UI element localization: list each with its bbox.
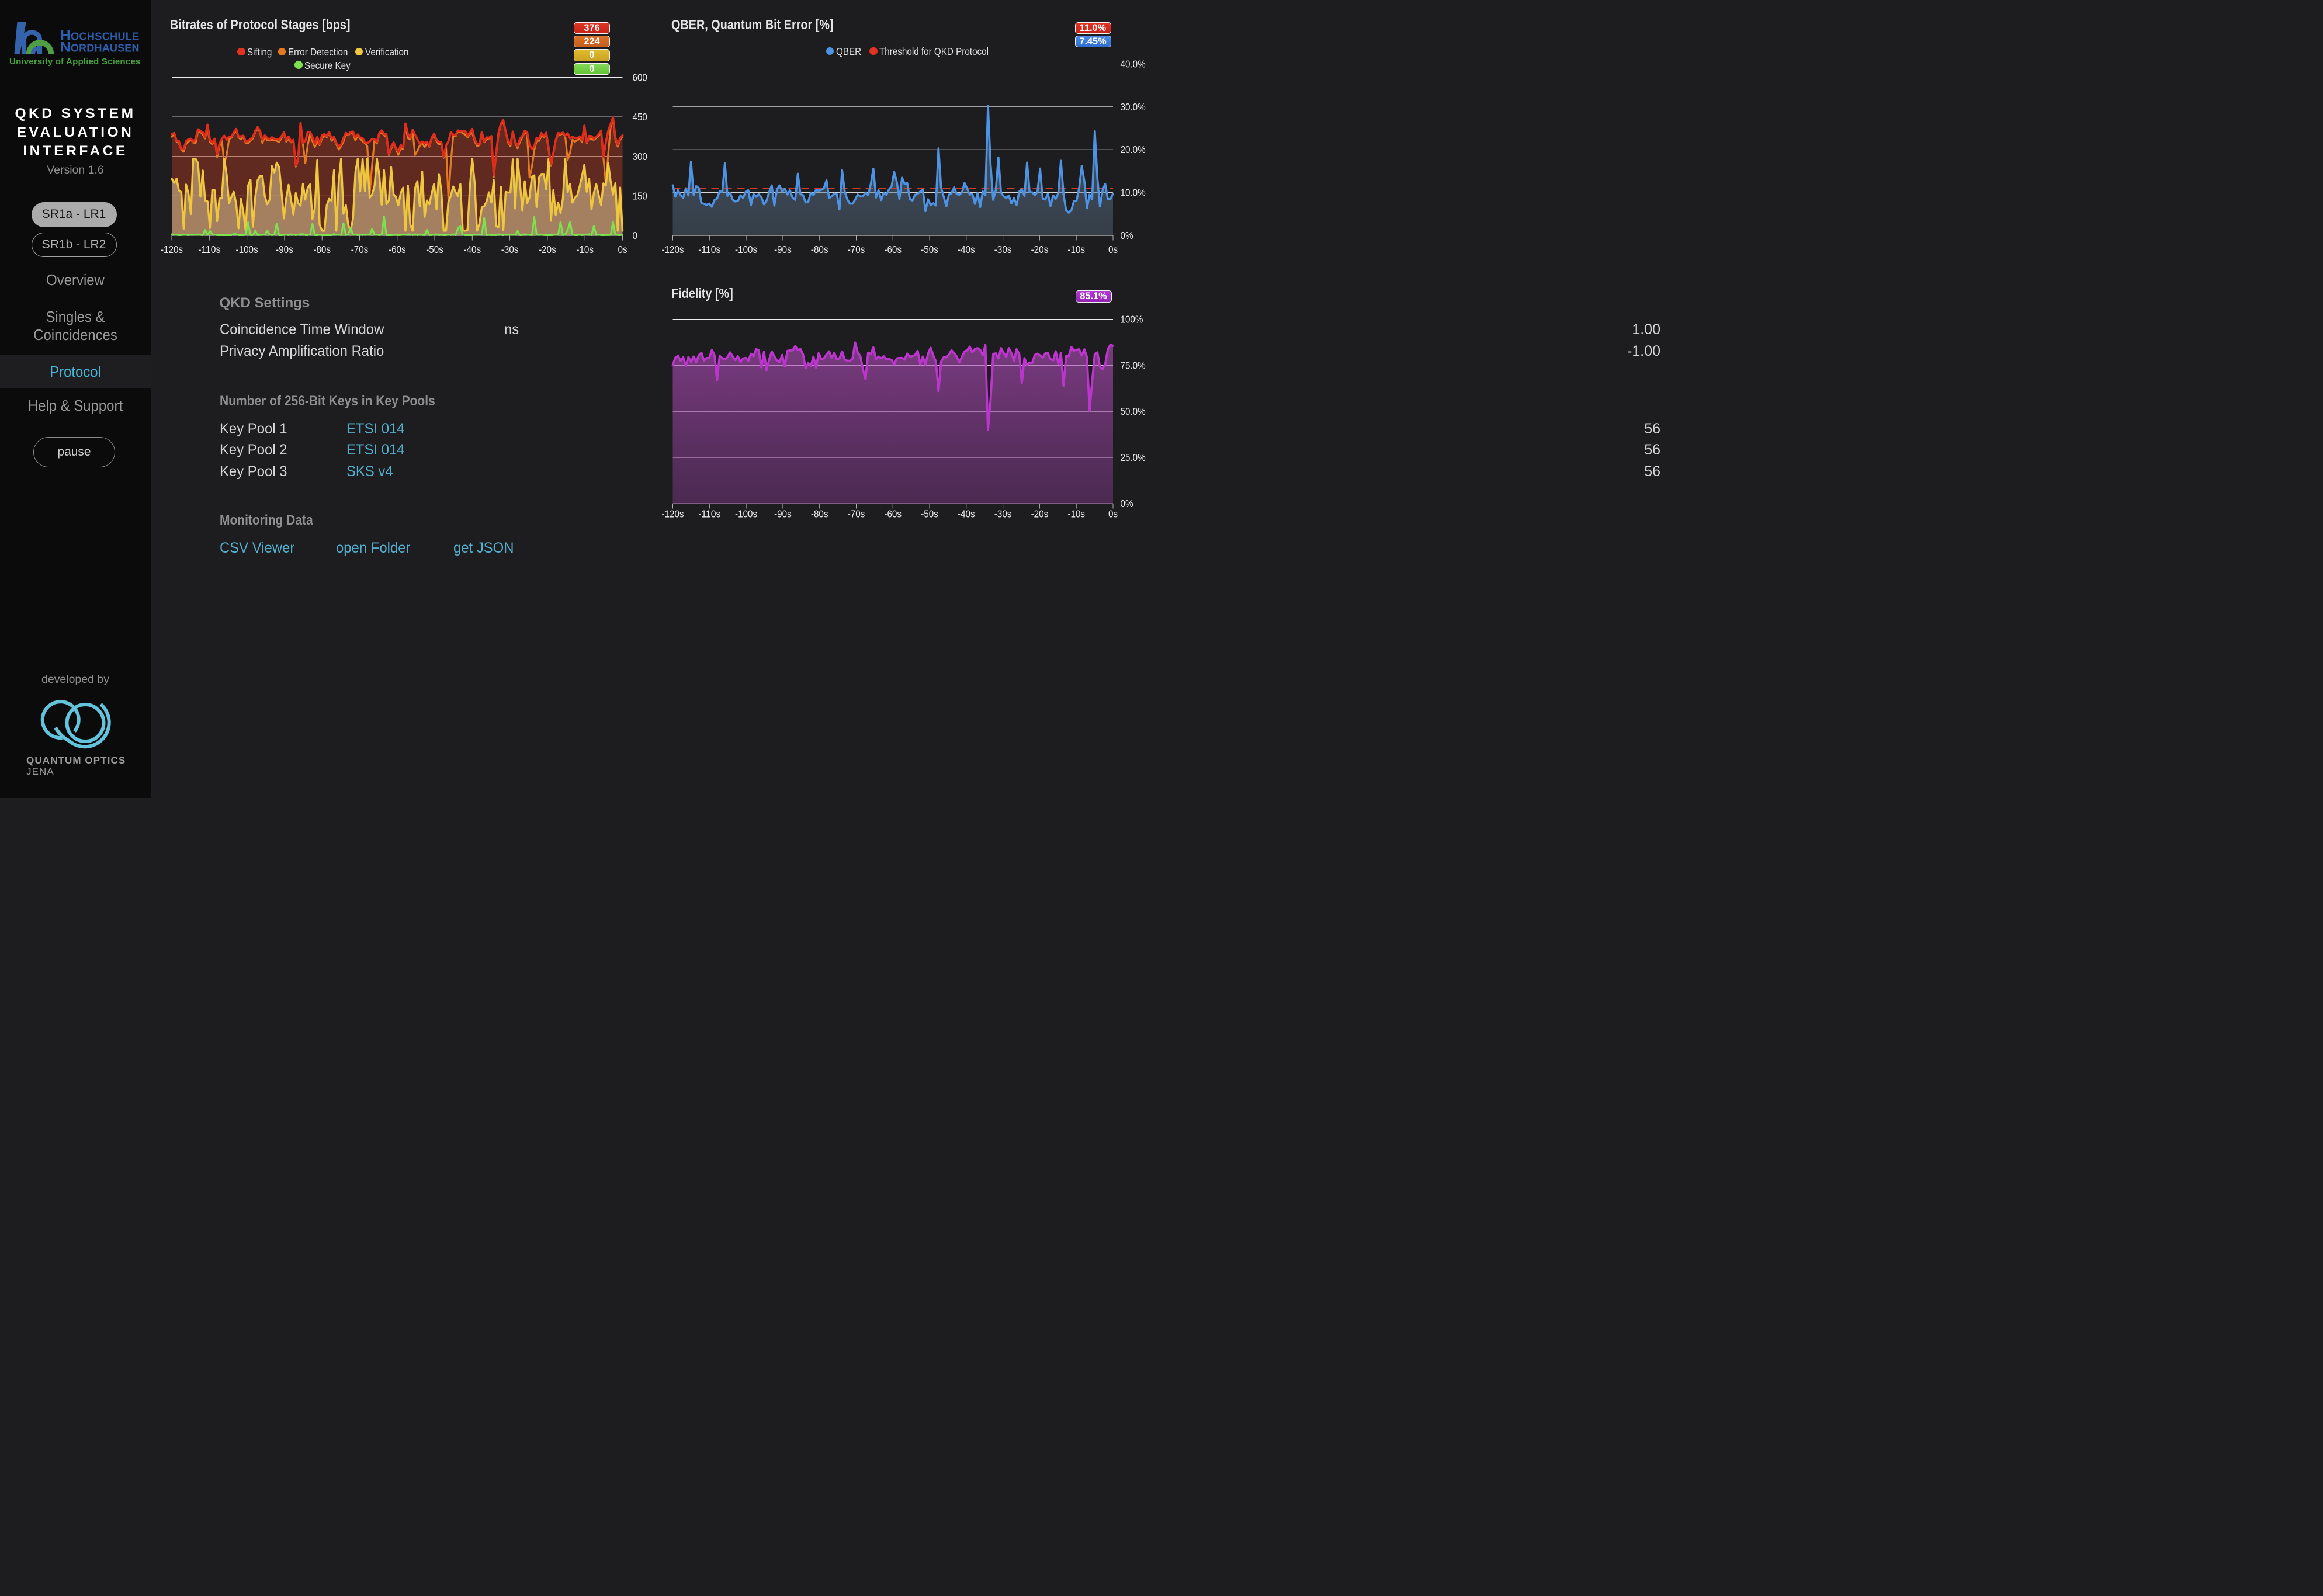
svg-text:-30s: -30s (501, 244, 519, 255)
svg-text:-70s: -70s (351, 244, 369, 255)
svg-text:-80s: -80s (313, 244, 331, 255)
svg-text:NORDHAUSEN: NORDHAUSEN (60, 40, 140, 55)
svg-text:20.0%: 20.0% (1121, 144, 1146, 155)
svg-text:-60s: -60s (884, 508, 902, 520)
svg-text:0%: 0% (1121, 498, 1133, 509)
svg-text:-90s: -90s (774, 244, 792, 255)
svg-text:-20s: -20s (539, 244, 556, 255)
svg-text:-90s: -90s (774, 508, 792, 520)
svg-text:-20s: -20s (1031, 508, 1049, 520)
svg-text:-120s: -120s (661, 244, 684, 255)
svg-text:-110s: -110s (698, 508, 720, 520)
svg-text:-90s: -90s (276, 244, 293, 255)
svg-text:-70s: -70s (848, 508, 865, 520)
svg-text:-40s: -40s (958, 508, 975, 520)
svg-text:-30s: -30s (994, 508, 1012, 520)
svg-text:-30s: -30s (994, 244, 1012, 255)
svg-text:University of Applied Sciences: University of Applied Sciences (9, 57, 140, 67)
svg-text:-20s: -20s (1031, 244, 1049, 255)
svg-text:10.0%: 10.0% (1121, 187, 1146, 199)
svg-text:-40s: -40s (958, 244, 975, 255)
svg-text:-60s: -60s (389, 244, 406, 255)
svg-text:40.0%: 40.0% (1121, 58, 1146, 70)
svg-text:0s: 0s (1108, 244, 1118, 255)
svg-text:-10s: -10s (576, 244, 594, 255)
svg-text:-100s: -100s (236, 244, 258, 255)
svg-text:-10s: -10s (1067, 244, 1085, 255)
svg-text:-10s: -10s (1067, 508, 1085, 520)
svg-text:-110s: -110s (198, 244, 220, 255)
svg-text:25.0%: 25.0% (1121, 452, 1146, 463)
svg-text:-70s: -70s (848, 244, 865, 255)
svg-text:-100s: -100s (735, 508, 757, 520)
svg-text:-100s: -100s (735, 244, 757, 255)
svg-text:30.0%: 30.0% (1121, 101, 1146, 113)
svg-text:75.0%: 75.0% (1121, 359, 1146, 371)
svg-text:-120s: -120s (161, 244, 183, 255)
svg-text:-120s: -120s (661, 508, 684, 520)
svg-text:0s: 0s (618, 244, 627, 255)
svg-text:-80s: -80s (811, 244, 828, 255)
svg-text:-110s: -110s (698, 244, 720, 255)
svg-text:-50s: -50s (921, 508, 938, 520)
svg-text:0: 0 (633, 230, 638, 241)
svg-text:-60s: -60s (884, 244, 902, 255)
svg-text:50.0%: 50.0% (1121, 405, 1146, 417)
svg-text:0%: 0% (1121, 230, 1133, 241)
svg-text:-50s: -50s (426, 244, 443, 255)
svg-text:0s: 0s (1108, 508, 1118, 520)
svg-text:-80s: -80s (811, 508, 828, 520)
svg-text:-40s: -40s (464, 244, 481, 255)
svg-text:-50s: -50s (921, 244, 938, 255)
svg-text:100%: 100% (1121, 314, 1143, 325)
svg-text:HOCHSCHULE: HOCHSCHULE (60, 28, 140, 44)
